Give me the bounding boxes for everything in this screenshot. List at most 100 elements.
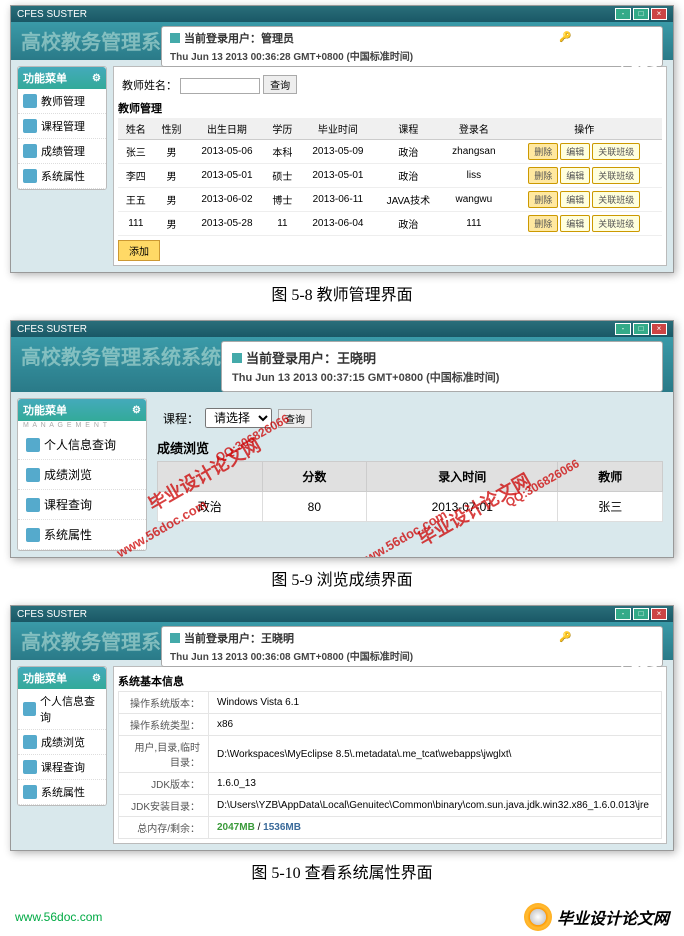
nav-logout[interactable]: ⎋ 退出 xyxy=(622,628,653,643)
nav-logout[interactable]: ⎋ 退出 xyxy=(622,28,653,43)
table-cell: 2013-06-11 xyxy=(300,188,375,212)
window-titlebar: CFES SUSTER - □ × xyxy=(11,321,673,337)
query-button[interactable]: 查询 xyxy=(278,409,312,428)
nav-password[interactable]: 🔑 密码修改 xyxy=(559,628,614,643)
sidebar-title: 功能菜单 xyxy=(23,70,67,86)
server-time: Thu Jun 13 2013 00:36:08 GMT+0800 (中国标准时… xyxy=(170,648,654,663)
sidebar-title: 功能菜单 xyxy=(23,402,67,418)
edit-button[interactable]: 编辑 xyxy=(560,191,590,208)
link-class-button[interactable]: 关联班级 xyxy=(592,215,640,232)
nav-back[interactable]: ↺ 后退 xyxy=(442,628,473,643)
close-button[interactable]: × xyxy=(651,608,667,620)
search-label: 教师姓名： xyxy=(122,80,177,92)
prop-row: 操作系统版本：Windows Vista 6.1 xyxy=(119,692,662,714)
sidebar-item-course-query[interactable]: 课程查询 xyxy=(18,755,106,780)
sidebar-item-label: 系统属性 xyxy=(41,784,85,800)
minimize-button[interactable]: - xyxy=(615,323,631,335)
table-cell: 李四 xyxy=(118,164,154,188)
course-select[interactable]: 请选择 xyxy=(205,408,272,428)
maximize-button[interactable]: □ xyxy=(633,8,649,20)
top-nav: ↺ 后退 前进 ↻ ⟳ 刷新 🔑 密码修改 ⎋ 退出 xyxy=(442,628,653,643)
sidebar-item-grades[interactable]: 成绩浏览 xyxy=(18,730,106,755)
figure-caption: 图 5-8 教师管理界面 xyxy=(0,281,684,305)
delete-button[interactable]: 删除 xyxy=(528,191,558,208)
sidebar-item-label: 课程查询 xyxy=(41,759,85,775)
top-nav: ↺ 后退 前进 ↻ ⟳ 刷新 🔑 密码修改 ⎋ 退出 xyxy=(442,28,653,43)
sidebar-item-system[interactable]: 系统属性 xyxy=(18,520,146,550)
table-header: 教师 xyxy=(558,462,663,492)
maximize-button[interactable]: □ xyxy=(633,608,649,620)
sidebar-item-label: 成绩浏览 xyxy=(41,734,85,750)
table-cell: 2013-05-06 xyxy=(189,140,264,164)
sidebar-item-grade[interactable]: 成绩管理 xyxy=(18,139,106,164)
sidebar: 功能菜单 ⚙ M A N A G E M E N T 个人信息查询 成绩浏览 课… xyxy=(17,398,147,551)
sidebar-item-label: 课程管理 xyxy=(41,118,85,134)
maximize-button[interactable]: □ xyxy=(633,323,649,335)
prop-label: JDK安装目录： xyxy=(119,795,209,817)
window-titlebar: CFES SUSTER - □ × xyxy=(11,606,673,622)
minimize-button[interactable]: - xyxy=(615,608,631,620)
sidebar-item-system[interactable]: 系统属性 xyxy=(18,780,106,805)
link-class-button[interactable]: 关联班级 xyxy=(592,191,640,208)
nav-refresh[interactable]: ⟳ 刷新 xyxy=(520,628,551,643)
nav-password[interactable]: 🔑 密码修改 xyxy=(559,28,614,43)
nav-back[interactable]: ↺ 后退 xyxy=(442,28,473,43)
sidebar-subtitle: M A N A G E M E N T xyxy=(18,421,146,430)
nav-forward[interactable]: 前进 ↻ xyxy=(481,28,512,43)
prop-row: 用户,目录,临时目录：D:\Workspaces\MyEclipse 8.5\.… xyxy=(119,736,662,773)
footer-logo-text: 毕业设计论文网 xyxy=(557,905,669,929)
table-header xyxy=(158,462,263,492)
gear-icon[interactable]: ⚙ xyxy=(92,73,101,84)
table-header: 性别 xyxy=(154,118,190,140)
menu-icon xyxy=(26,468,40,482)
sidebar-item-teacher[interactable]: 教师管理 xyxy=(18,89,106,114)
prop-row: JDK安装目录：D:\Users\YZB\AppData\Local\Genui… xyxy=(119,795,662,817)
table-row: 政治802013-07-01张三 xyxy=(158,492,663,522)
sidebar-header: 功能菜单 ⚙ xyxy=(18,67,106,89)
nav-forward[interactable]: 前进 ↻ xyxy=(481,628,512,643)
sidebar-item-course-query[interactable]: 课程查询 xyxy=(18,490,146,520)
table-cell: 政治 xyxy=(376,140,442,164)
nav-refresh[interactable]: ⟳ 刷新 xyxy=(520,28,551,43)
server-time: Thu Jun 13 2013 00:37:15 GMT+0800 (中国标准时… xyxy=(232,369,652,385)
link-class-button[interactable]: 关联班级 xyxy=(592,167,640,184)
gear-icon[interactable]: ⚙ xyxy=(132,405,141,416)
delete-button[interactable]: 删除 xyxy=(528,215,558,232)
table-cell: 男 xyxy=(154,188,190,212)
sidebar-item-profile[interactable]: 个人信息查询 xyxy=(18,689,106,730)
add-button[interactable]: 添加 xyxy=(118,240,160,261)
prop-label: JDK版本： xyxy=(119,773,209,795)
sidebar-item-system[interactable]: 系统属性 xyxy=(18,164,106,189)
close-button[interactable]: × xyxy=(651,8,667,20)
main-panel: 系统基本信息 操作系统版本：Windows Vista 6.1操作系统类型：x8… xyxy=(113,666,667,844)
menu-icon xyxy=(26,498,40,512)
edit-button[interactable]: 编辑 xyxy=(560,167,590,184)
link-class-button[interactable]: 关联班级 xyxy=(592,143,640,160)
search-button[interactable]: 查询 xyxy=(263,75,297,94)
table-header: 操作 xyxy=(507,118,662,140)
teacher-name-input[interactable] xyxy=(180,78,260,94)
table-cell: 2013-05-28 xyxy=(189,212,264,236)
minimize-button[interactable]: - xyxy=(615,8,631,20)
edit-button[interactable]: 编辑 xyxy=(560,143,590,160)
close-button[interactable]: × xyxy=(651,323,667,335)
gear-icon[interactable]: ⚙ xyxy=(92,673,101,684)
sidebar: 功能菜单 ⚙ 教师管理 课程管理 成绩管理 系统属性 xyxy=(17,66,107,190)
menu-icon xyxy=(23,702,36,716)
delete-button[interactable]: 删除 xyxy=(528,143,558,160)
footer-url[interactable]: www.56doc.com xyxy=(15,910,102,924)
delete-button[interactable]: 删除 xyxy=(528,167,558,184)
table-cell: 政治 xyxy=(376,164,442,188)
sidebar-item-profile[interactable]: 个人信息查询 xyxy=(18,430,146,460)
table-cell: 80 xyxy=(262,492,367,522)
table-cell: 王五 xyxy=(118,188,154,212)
mem-free: 1536MB xyxy=(263,822,301,833)
sidebar-item-course[interactable]: 课程管理 xyxy=(18,114,106,139)
sidebar-item-grades[interactable]: 成绩浏览 xyxy=(18,460,146,490)
table-cell: wangwu xyxy=(441,188,506,212)
prop-value: D:\Users\YZB\AppData\Local\Genuitec\Comm… xyxy=(209,795,662,817)
sidebar-item-label: 成绩浏览 xyxy=(44,466,92,483)
titlebar-text: CFES SUSTER xyxy=(17,324,87,335)
edit-button[interactable]: 编辑 xyxy=(560,215,590,232)
prop-row: 总内存/剩余： 2047MB / 1536MB xyxy=(119,817,662,839)
